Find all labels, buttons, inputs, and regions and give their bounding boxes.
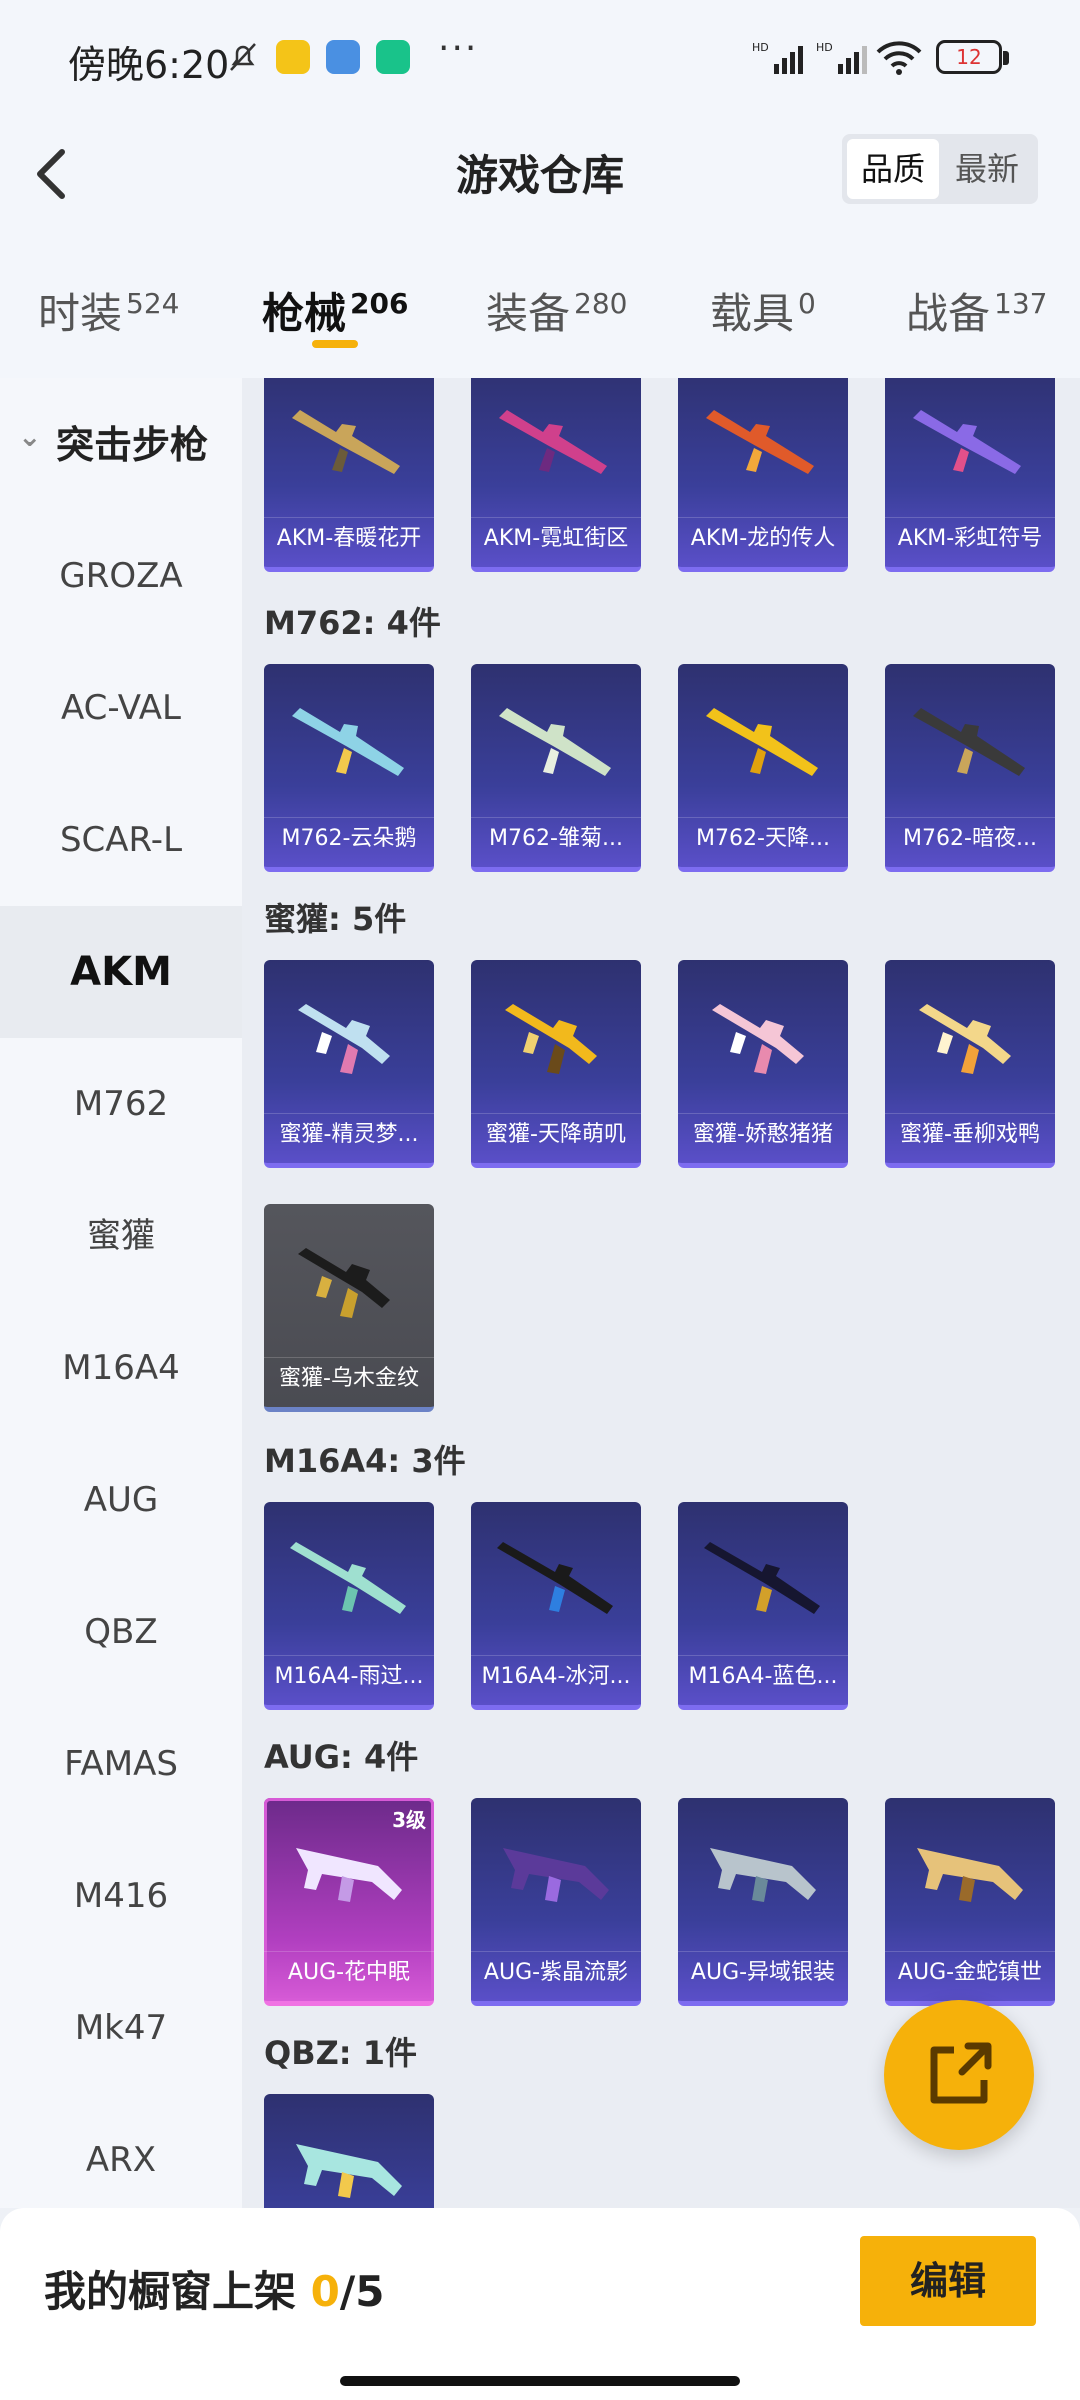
weapon-card[interactable]: 蜜獾-精灵梦...	[264, 960, 434, 1168]
smg-skin-icon	[298, 1248, 390, 1318]
wifi-icon	[876, 41, 922, 75]
signal-2-icon: HD	[816, 41, 867, 74]
section-header-qbz: QBZ: 1件	[264, 2034, 418, 2072]
sort-toggle: 品质 最新	[842, 134, 1038, 204]
smg-skin-icon	[712, 1004, 804, 1074]
rifle-skin-icon	[913, 410, 1021, 474]
bullpup-skin-icon	[917, 1848, 1023, 1902]
active-tab-indicator	[312, 340, 358, 348]
weapon-card[interactable]: M16A4-冰河...	[471, 1502, 641, 1710]
sidebar-item-m416[interactable]: M416	[0, 1830, 242, 1962]
rifle-skin-icon	[292, 410, 400, 474]
sidebar-item-ac-val[interactable]: AC-VAL	[0, 642, 242, 774]
weapon-card[interactable]: M16A4-蓝色...	[678, 1502, 848, 1710]
wallet-notification-icon	[326, 40, 360, 74]
weapon-card[interactable]: AKM-龙的传人	[678, 378, 848, 572]
sidebar-item-m16a4[interactable]: M16A4	[0, 1302, 242, 1434]
more-notifications-icon: ···	[438, 28, 479, 69]
external-link-icon	[930, 2042, 992, 2104]
rifle-skin-icon	[290, 1542, 406, 1614]
sort-quality-button[interactable]: 品质	[847, 139, 939, 199]
smg-skin-icon	[298, 1004, 390, 1074]
rifle-skin-icon	[497, 1542, 613, 1614]
weapon-card[interactable]: M762-云朵鹅	[264, 664, 434, 872]
category-tabs: 时装 524 枪械 206 装备 280 载具 0 战备 137	[0, 258, 1080, 378]
weapon-card[interactable]: AUG-金蛇镇世	[885, 1798, 1055, 2006]
svg-text:HD: HD	[752, 41, 769, 54]
tab-vehicles[interactable]: 载具 0	[710, 280, 816, 341]
sidebar-item-aug[interactable]: AUG	[0, 1434, 242, 1566]
status-bar: 傍晚6:20 ··· HD HD 12	[0, 0, 1080, 118]
tab-fashion[interactable]: 时装 524	[38, 280, 179, 341]
sidebar-item-groza[interactable]: GROZA	[0, 510, 242, 642]
weapon-type-sidebar: ⌄ 突击步枪 GROZA AC-VAL SCAR-L AKM M762 蜜獾 M…	[0, 378, 242, 2208]
weapon-card[interactable]: 蜜獾-垂柳戏鸭	[885, 960, 1055, 1168]
share-button[interactable]	[884, 2000, 1034, 2150]
battery-icon: 12	[936, 40, 1009, 74]
home-indicator[interactable]	[340, 2376, 740, 2386]
showcase-current-count: 0	[310, 2267, 340, 2316]
weapon-card[interactable]: 蜜獾-乌木金纹	[264, 1204, 434, 1412]
signal-icon: HD	[752, 41, 803, 74]
chevron-down-icon: ⌄	[18, 420, 42, 453]
weapon-card[interactable]: 蜜獾-天降萌叽	[471, 960, 641, 1168]
level-badge: 3级	[392, 1808, 426, 1832]
section-header-m16a4: M16A4: 3件	[264, 1442, 466, 1480]
section-header-m762: M762: 4件	[264, 604, 441, 642]
weapon-card[interactable]: M16A4-雨过...	[264, 1502, 434, 1710]
showcase-total-count: /5	[339, 2267, 385, 2316]
sidebar-item-akm[interactable]: AKM	[0, 906, 242, 1038]
bullpup-skin-icon	[710, 1848, 816, 1902]
weapon-grid: AKM-春暖花开 AKM-霓虹街区 AKM-龙的传人 AKM-彩虹符号 M762…	[242, 378, 1080, 2208]
security-notification-icon	[376, 40, 410, 74]
app-notification-icon	[276, 40, 310, 74]
svg-text:HD: HD	[816, 41, 833, 54]
weapon-card[interactable]: 3级 AUG-花中眠	[264, 1798, 434, 2006]
section-header-honey-badger: 蜜獾: 5件	[264, 900, 407, 938]
tab-firearms[interactable]: 枪械 206	[262, 280, 408, 341]
sidebar-category-assault-rifle[interactable]: ⌄ 突击步枪	[0, 414, 242, 484]
weapon-card[interactable]	[264, 2094, 434, 2208]
tab-equipment[interactable]: 装备 280	[486, 280, 627, 341]
status-time: 傍晚6:20	[68, 43, 230, 87]
weapon-card[interactable]: AKM-春暖花开	[264, 378, 434, 572]
sort-latest-button[interactable]: 最新	[941, 139, 1033, 199]
weapon-card[interactable]: AUG-紫晶流影	[471, 1798, 641, 2006]
tab-supplies[interactable]: 战备 137	[906, 280, 1047, 341]
mute-bell-icon	[230, 43, 256, 71]
rifle-skin-icon	[913, 708, 1025, 776]
sidebar-item-scar-l[interactable]: SCAR-L	[0, 774, 242, 906]
header: 游戏仓库 品质 最新	[0, 118, 1080, 258]
smg-skin-icon	[505, 1004, 597, 1074]
rifle-skin-icon	[704, 1542, 820, 1614]
sidebar-item-m762[interactable]: M762	[0, 1038, 242, 1170]
bullpup-skin-icon	[296, 2144, 402, 2198]
weapon-card[interactable]: M762-雏菊...	[471, 664, 641, 872]
rifle-skin-icon	[499, 410, 607, 474]
rifle-skin-icon	[292, 708, 404, 776]
weapon-card[interactable]: AKM-彩虹符号	[885, 378, 1055, 572]
sidebar-item-honey-badger[interactable]: 蜜獾	[0, 1170, 242, 1302]
weapon-card[interactable]: AUG-异域银装	[678, 1798, 848, 2006]
sidebar-item-arx[interactable]: ARX	[0, 2094, 242, 2226]
showcase-label: 我的橱窗上架 0/5	[44, 2267, 385, 2316]
bullpup-skin-icon	[503, 1848, 609, 1902]
rifle-skin-icon	[499, 708, 611, 776]
rifle-skin-icon	[706, 708, 818, 776]
weapon-card[interactable]: AKM-霓虹街区	[471, 378, 641, 572]
sidebar-item-mk47[interactable]: Mk47	[0, 1962, 242, 2094]
sidebar-item-qbz[interactable]: QBZ	[0, 1566, 242, 1698]
section-header-aug: AUG: 4件	[264, 1738, 419, 1776]
smg-skin-icon	[919, 1004, 1011, 1074]
weapon-card[interactable]: M762-暗夜...	[885, 664, 1055, 872]
edit-button[interactable]: 编辑	[860, 2236, 1036, 2326]
bullpup-skin-icon	[296, 1848, 402, 1902]
sidebar-item-famas[interactable]: FAMAS	[0, 1698, 242, 1830]
rifle-skin-icon	[706, 410, 814, 474]
showcase-bar: 我的橱窗上架 0/5 编辑	[0, 2208, 1080, 2400]
weapon-card[interactable]: M762-天降...	[678, 664, 848, 872]
weapon-card[interactable]: 蜜獾-娇憨猪猪	[678, 960, 848, 1168]
